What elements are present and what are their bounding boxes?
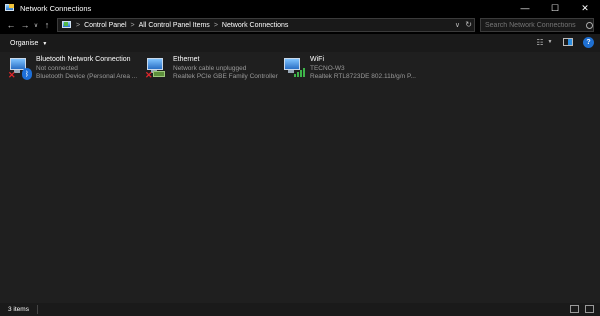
chevron-down-icon: ▼ <box>42 40 48 47</box>
view-controls: ☷ ▼ ? <box>533 36 594 48</box>
connection-device: Bluetooth Device (Personal Area ... <box>36 73 138 80</box>
forward-arrow-icon[interactable]: → <box>18 18 32 32</box>
connection-device: Realtek RTL8723DE 802.11b/g/n P... <box>310 73 416 80</box>
control-panel-location-icon <box>62 20 72 30</box>
breadcrumb-control-panel[interactable]: Control Panel <box>84 22 126 29</box>
breadcrumb-separator: > <box>76 21 81 29</box>
search-input[interactable] <box>480 18 594 32</box>
minimize-button[interactable]: — <box>510 0 540 16</box>
connection-name: Bluetooth Network Connection <box>36 56 131 63</box>
large-icons-view-icon[interactable] <box>585 305 594 313</box>
breadcrumb-network-connections[interactable]: Network Connections <box>222 22 289 29</box>
view-options-chevron-icon[interactable]: ▼ <box>547 36 553 48</box>
window-controls: — ☐ ✕ <box>510 0 600 16</box>
breadcrumb-separator: > <box>213 21 218 29</box>
back-arrow-icon[interactable]: ← <box>4 18 18 32</box>
status-bar: 3 items <box>0 303 600 316</box>
maximize-button[interactable]: ☐ <box>540 0 570 16</box>
connection-item-bluetooth[interactable]: ᛒ ✕ Bluetooth Network Connection Not con… <box>8 56 137 82</box>
up-arrow-icon[interactable]: ↑ <box>40 18 54 32</box>
help-icon[interactable]: ? <box>583 36 594 48</box>
signal-bars-icon <box>294 68 305 77</box>
red-x-icon: ✕ <box>145 70 153 80</box>
breadcrumb-separator: > <box>130 21 135 29</box>
item-count: 3 items <box>8 306 29 313</box>
organise-label: Organise <box>10 39 39 47</box>
breadcrumb-all-control-panel-items[interactable]: All Control Panel Items <box>139 22 210 29</box>
wifi-icon <box>282 56 306 80</box>
refresh-icon[interactable]: ↻ <box>465 20 472 29</box>
red-x-icon: ✕ <box>8 70 16 80</box>
preview-pane-icon[interactable] <box>561 36 575 48</box>
bluetooth-network-icon: ᛒ ✕ <box>8 56 32 80</box>
close-button[interactable]: ✕ <box>570 0 600 16</box>
change-view-icon[interactable]: ☷ <box>533 36 547 48</box>
details-view-icon[interactable] <box>570 305 579 313</box>
connection-status: Not connected <box>36 64 78 72</box>
connection-item-wifi[interactable]: WiFi TECNO-W3 Realtek RTL8723DE 802.11b/… <box>282 56 416 82</box>
connection-status: TECNO-W3 <box>310 64 345 72</box>
command-bar: Organise ▼ ☷ ▼ ? <box>0 34 600 52</box>
window-title: Network Connections <box>20 3 92 13</box>
bluetooth-icon: ᛒ <box>22 68 32 80</box>
title-bar: Network Connections — ☐ ✕ <box>0 0 600 16</box>
address-dropdown-chevron-icon[interactable]: ∨ <box>455 21 460 29</box>
status-divider <box>36 305 38 314</box>
connection-name: Ethernet <box>173 56 200 63</box>
ethernet-icon: ✕ <box>145 56 169 80</box>
address-row: ← → ∨ ↑ > Control Panel > All Control Pa… <box>0 16 600 34</box>
connections-list: ᛒ ✕ Bluetooth Network Connection Not con… <box>0 52 600 303</box>
connection-name: WiFi <box>310 56 324 63</box>
recent-locations-chevron-icon[interactable]: ∨ <box>32 18 40 32</box>
organise-menu-button[interactable]: Organise ▼ <box>10 40 47 47</box>
connection-device: Realtek PCIe GBE Family Controller <box>173 73 278 80</box>
address-bar[interactable]: > Control Panel > All Control Panel Item… <box>57 18 475 32</box>
status-view-toggles <box>570 305 594 313</box>
connection-item-ethernet[interactable]: ✕ Ethernet Network cable unplugged Realt… <box>145 56 278 82</box>
connection-status: Network cable unplugged <box>173 64 247 72</box>
search-icon <box>586 22 593 29</box>
network-connections-app-icon <box>5 3 15 13</box>
